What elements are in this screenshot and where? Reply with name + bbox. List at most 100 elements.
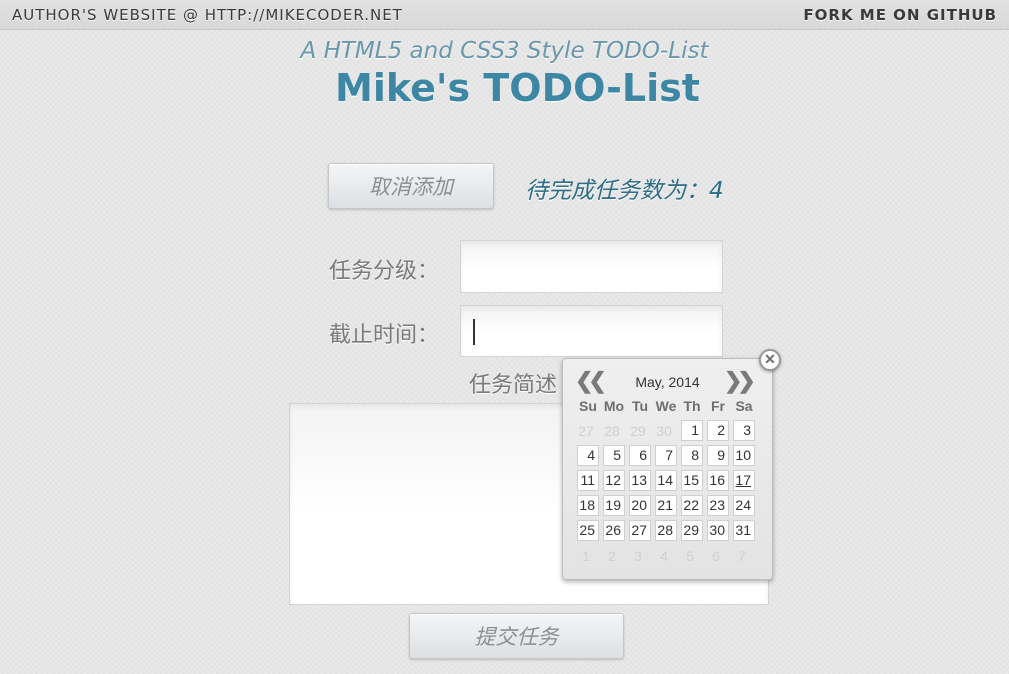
calendar-week-row: 18 19 20 21 22 23 24: [575, 493, 757, 518]
calendar-day[interactable]: 5: [603, 445, 625, 466]
calendar-day-cell: 9: [705, 445, 731, 466]
calendar-day-cell: 8: [679, 445, 705, 466]
author-website-link[interactable]: AUTHOR'S WEBSITE @ HTTP://MIKECODER.NET: [12, 6, 403, 24]
task-level-input[interactable]: [460, 240, 723, 293]
calendar-day[interactable]: 24: [733, 495, 755, 516]
weekday-label: Th: [683, 398, 701, 414]
calendar-day[interactable]: 15: [681, 470, 703, 491]
calendar-day-outside-month: 2: [608, 547, 616, 564]
calendar-day[interactable]: 17: [733, 470, 755, 491]
calendar-day-cell: 13: [627, 470, 653, 491]
calendar-day[interactable]: 2: [707, 420, 729, 441]
calendar-day-cell: 31: [731, 520, 757, 541]
calendar-day-cell: 20: [627, 495, 653, 516]
calendar-day-cell: 12: [601, 470, 627, 491]
page-title: Mike's TODO-List: [335, 66, 700, 110]
calendar-weeks: 27 28 29 30 1 2 3 4 5 6 7 8 9 10 11 12 13 14 15 16 17 18 19 20 2…: [575, 418, 757, 568]
calendar-day[interactable]: 1: [681, 420, 703, 441]
calendar-day[interactable]: 7: [655, 445, 677, 466]
deadline-label: 截止时间：: [329, 323, 440, 348]
calendar-day-cell: 27: [627, 520, 653, 541]
calendar-day-cell: 27: [575, 423, 601, 439]
calendar-day[interactable]: 21: [655, 495, 677, 516]
calendar-day-cell: 2: [601, 548, 627, 564]
calendar-day-cell: 30: [705, 520, 731, 541]
calendar-day-outside-month: 1: [582, 547, 590, 564]
calendar-day-cell: 14: [653, 470, 679, 491]
calendar-day[interactable]: 30: [707, 520, 729, 541]
calendar-day-cell: 1: [679, 420, 705, 441]
calendar-day-cell: 30: [653, 423, 679, 439]
calendar-day[interactable]: 31: [733, 520, 755, 541]
pending-task-label: 待完成任务数为：: [525, 178, 709, 204]
calendar-day-outside-month: 30: [656, 422, 672, 439]
weekday-label: Su: [579, 398, 597, 414]
calendar-day-outside-month: 5: [686, 547, 694, 564]
calendar-day-cell: 1: [575, 548, 601, 564]
calendar-day-cell: 25: [575, 520, 601, 541]
calendar-day-cell: 24: [731, 495, 757, 516]
calendar-day[interactable]: 28: [655, 520, 677, 541]
calendar-day-cell: 4: [653, 548, 679, 564]
calendar-day-cell: 3: [731, 420, 757, 441]
close-icon[interactable]: ✕: [759, 349, 781, 371]
calendar-day[interactable]: 8: [681, 445, 703, 466]
calendar-day-cell: 21: [653, 495, 679, 516]
fork-on-github-link[interactable]: FORK ME ON GITHUB: [803, 6, 997, 24]
calendar-day[interactable]: 20: [629, 495, 651, 516]
deadline-input[interactable]: [460, 305, 723, 357]
calendar-day-outside-month: 28: [604, 422, 620, 439]
calendar-day-cell: 28: [653, 520, 679, 541]
calendar-day[interactable]: 10: [733, 445, 755, 466]
calendar-day[interactable]: 4: [577, 445, 599, 466]
calendar-grid: Su Mo Tu We Th Fr Sa 27 28 29 30 1 2 3 4 5 6 7 8 9 10…: [575, 397, 757, 568]
calendar-day[interactable]: 29: [681, 520, 703, 541]
calendar-day-cell: 28: [601, 423, 627, 439]
calendar-day[interactable]: 25: [577, 520, 599, 541]
calendar-day[interactable]: 26: [603, 520, 625, 541]
cancel-add-button[interactable]: 取消添加: [328, 163, 494, 209]
pending-task-number: 4: [709, 178, 724, 204]
weekday-label: Sa: [735, 398, 753, 414]
pending-task-count: 待完成任务数为：4: [525, 171, 724, 205]
next-month-icon[interactable]: ❯❯: [724, 368, 756, 394]
date-picker: ✕ ❮❮ May, 2014 ❯❯ Su Mo Tu We Th Fr Sa 2…: [562, 349, 781, 580]
calendar-day[interactable]: 27: [629, 520, 651, 541]
calendar-day[interactable]: 16: [707, 470, 729, 491]
calendar-day[interactable]: 9: [707, 445, 729, 466]
calendar-day-cell: 15: [679, 470, 705, 491]
calendar-week-row: 25 26 27 28 29 30 31: [575, 518, 757, 543]
calendar-day[interactable]: 18: [577, 495, 599, 516]
calendar-week-row: 11 12 13 14 15 16 17: [575, 468, 757, 493]
calendar-day-outside-month: 7: [738, 547, 746, 564]
calendar-day[interactable]: 13: [629, 470, 651, 491]
calendar-day[interactable]: 3: [733, 420, 755, 441]
calendar-day[interactable]: 11: [577, 470, 599, 491]
calendar-day[interactable]: 14: [655, 470, 677, 491]
submit-task-button[interactable]: 提交任务: [409, 613, 624, 659]
task-level-label: 任务分级：: [329, 259, 440, 284]
calendar-day-cell: 29: [679, 520, 705, 541]
calendar-day[interactable]: 19: [603, 495, 625, 516]
calendar-day-cell: 29: [627, 423, 653, 439]
calendar-day-outside-month: 3: [634, 547, 642, 564]
calendar-day-cell: 10: [731, 445, 757, 466]
calendar-week-row: 1 2 3 4 5 6 7: [575, 543, 757, 568]
calendar-day-cell: 6: [705, 548, 731, 564]
calendar-day-outside-month: 29: [630, 422, 646, 439]
calendar-day[interactable]: 23: [707, 495, 729, 516]
calendar-day-cell: 3: [627, 548, 653, 564]
calendar-day[interactable]: 6: [629, 445, 651, 466]
top-bar: AUTHOR'S WEBSITE @ HTTP://MIKECODER.NET …: [0, 0, 1009, 30]
calendar-day-cell: 18: [575, 495, 601, 516]
calendar-day-cell: 19: [601, 495, 627, 516]
calendar-day-cell: 22: [679, 495, 705, 516]
calendar-day-cell: 7: [653, 445, 679, 466]
calendar-day-cell: 4: [575, 445, 601, 466]
calendar-week-row: 4 5 6 7 8 9 10: [575, 443, 757, 468]
page-subtitle: A HTML5 and CSS3 Style TODO-List: [300, 38, 709, 64]
calendar-day[interactable]: 12: [603, 470, 625, 491]
calendar-day-cell: 6: [627, 445, 653, 466]
calendar-day-cell: 26: [601, 520, 627, 541]
calendar-day[interactable]: 22: [681, 495, 703, 516]
